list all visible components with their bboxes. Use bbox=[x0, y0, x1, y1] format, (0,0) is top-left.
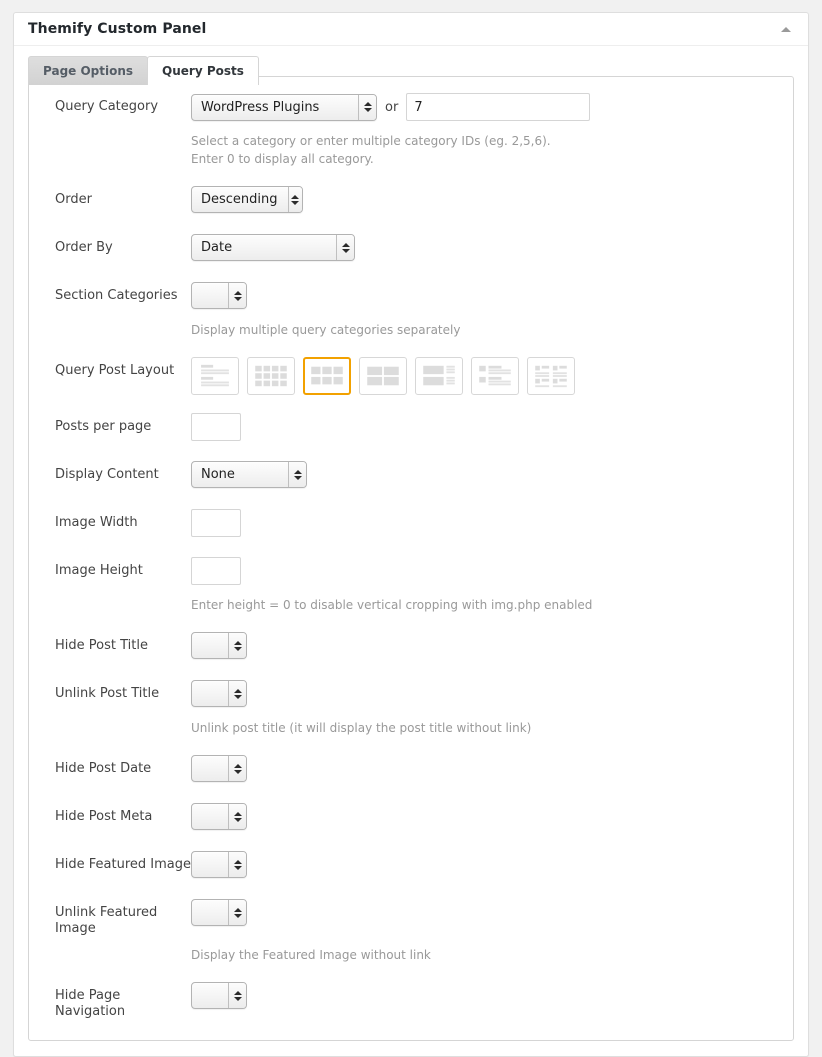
label-posts-per-page: Posts per page bbox=[55, 419, 152, 434]
image-width-input[interactable] bbox=[191, 509, 241, 537]
order-select-value: Descending bbox=[201, 192, 278, 207]
query-post-layout-picker bbox=[191, 357, 575, 395]
hide-post-title-select-value bbox=[192, 633, 228, 658]
hide-page-navigation-select[interactable] bbox=[191, 982, 247, 1009]
order-by-select-value: Date bbox=[201, 240, 233, 255]
updown-arrows-icon bbox=[228, 900, 246, 925]
label-hide-post-title: Hide Post Title bbox=[55, 638, 148, 653]
label-hide-page-navigation: Hide Page Navigation bbox=[55, 988, 126, 1019]
layout-option-grid2[interactable] bbox=[359, 357, 407, 395]
layout-option-list-post[interactable] bbox=[191, 357, 239, 395]
row-hide-post-meta: Hide Post Meta bbox=[29, 803, 793, 833]
order-select[interactable]: Descending bbox=[191, 186, 303, 213]
label-image-height: Image Height bbox=[55, 563, 143, 578]
label-unlink-post-title: Unlink Post Title bbox=[55, 686, 160, 701]
collapse-toggle-button[interactable] bbox=[778, 21, 794, 37]
label-order: Order bbox=[55, 192, 92, 207]
row-query-post-layout: Query Post Layout bbox=[29, 357, 793, 395]
updown-arrows-icon bbox=[228, 983, 246, 1008]
layout-option-grid3[interactable] bbox=[303, 357, 351, 395]
unlink-post-title-select[interactable] bbox=[191, 680, 247, 707]
updown-arrows-icon bbox=[358, 94, 376, 120]
hide-post-meta-select-value bbox=[192, 804, 228, 829]
updown-arrows-icon bbox=[288, 462, 306, 487]
tab-bar: Page Options Query Posts bbox=[14, 46, 808, 85]
unlink-featured-image-select-value bbox=[192, 900, 228, 925]
themify-custom-panel: Themify Custom Panel Page Options Query … bbox=[13, 12, 809, 1057]
hide-post-date-select[interactable] bbox=[191, 755, 247, 782]
display-content-select-value: None bbox=[201, 467, 235, 482]
or-label: or bbox=[385, 99, 399, 115]
updown-arrows-icon bbox=[228, 681, 246, 706]
row-display-content: Display Content None bbox=[29, 461, 793, 491]
label-display-content: Display Content bbox=[55, 467, 159, 482]
row-image-height: Image Height bbox=[29, 557, 793, 587]
row-posts-per-page: Posts per page bbox=[29, 413, 793, 443]
image-height-input[interactable] bbox=[191, 557, 241, 585]
posts-per-page-input[interactable] bbox=[191, 413, 241, 441]
hide-featured-image-select[interactable] bbox=[191, 851, 247, 878]
updown-arrows-icon bbox=[228, 804, 246, 829]
query-category-select[interactable]: WordPress Plugins bbox=[191, 93, 377, 121]
row-image-width: Image Width bbox=[29, 509, 793, 539]
unlink-post-title-select-value bbox=[192, 681, 228, 706]
section-categories-select-value bbox=[192, 283, 228, 308]
hide-page-navigation-select-value bbox=[192, 983, 228, 1008]
order-by-select[interactable]: Date bbox=[191, 234, 355, 261]
layout-option-grid2-thumb[interactable] bbox=[527, 357, 575, 395]
row-order-by: Order By Date bbox=[29, 234, 793, 264]
desc-unlink-featured-image: Display the Featured Image without link bbox=[191, 948, 431, 962]
label-order-by: Order By bbox=[55, 240, 113, 255]
updown-arrows-icon bbox=[287, 187, 302, 212]
query-posts-panel: Query Category WordPress Plugins or Sele… bbox=[28, 76, 794, 1041]
tab-page-options[interactable]: Page Options bbox=[28, 56, 149, 85]
updown-arrows-icon bbox=[228, 283, 246, 308]
page-title: Themify Custom Panel bbox=[28, 21, 207, 37]
display-content-select[interactable]: None bbox=[191, 461, 307, 488]
updown-arrows-icon bbox=[336, 235, 354, 260]
label-hide-post-date: Hide Post Date bbox=[55, 761, 152, 776]
layout-option-list-thumb[interactable] bbox=[471, 357, 519, 395]
hide-post-date-select-value bbox=[192, 756, 228, 781]
updown-arrows-icon bbox=[228, 633, 246, 658]
panel-header: Themify Custom Panel bbox=[14, 13, 808, 46]
desc-image-height: Enter height = 0 to disable vertical cro… bbox=[191, 598, 593, 612]
updown-arrows-icon bbox=[228, 852, 246, 877]
updown-arrows-icon bbox=[228, 756, 246, 781]
label-hide-post-meta: Hide Post Meta bbox=[55, 809, 153, 824]
hide-post-meta-select[interactable] bbox=[191, 803, 247, 830]
row-hide-post-title: Hide Post Title bbox=[29, 632, 793, 662]
row-section-categories: Section Categories bbox=[29, 282, 793, 312]
row-query-category: Query Category WordPress Plugins or bbox=[29, 93, 793, 123]
layout-option-grid4[interactable] bbox=[247, 357, 295, 395]
label-unlink-featured-image: Unlink Featured Image bbox=[55, 905, 158, 936]
row-hide-page-navigation: Hide Page Navigation bbox=[29, 982, 793, 1020]
row-unlink-post-title: Unlink Post Title bbox=[29, 680, 793, 710]
hide-post-title-select[interactable] bbox=[191, 632, 247, 659]
section-categories-select[interactable] bbox=[191, 282, 247, 309]
row-hide-featured-image: Hide Featured Image bbox=[29, 851, 793, 881]
label-hide-featured-image: Hide Featured Image bbox=[55, 857, 191, 872]
hide-featured-image-select-value bbox=[192, 852, 228, 877]
desc-query-category: Select a category or enter multiple cate… bbox=[191, 134, 551, 166]
desc-section-categories: Display multiple query categories separa… bbox=[191, 323, 461, 337]
row-hide-post-date: Hide Post Date bbox=[29, 755, 793, 785]
label-image-width: Image Width bbox=[55, 515, 138, 530]
query-category-ids-input[interactable] bbox=[406, 93, 591, 121]
unlink-featured-image-select[interactable] bbox=[191, 899, 247, 926]
row-unlink-featured-image: Unlink Featured Image bbox=[29, 899, 793, 937]
desc-unlink-post-title: Unlink post title (it will display the p… bbox=[191, 721, 532, 735]
label-section-categories: Section Categories bbox=[55, 288, 178, 303]
label-query-post-layout: Query Post Layout bbox=[55, 363, 175, 378]
triangle-up-icon bbox=[781, 26, 791, 32]
row-order: Order Descending bbox=[29, 186, 793, 216]
tab-query-posts[interactable]: Query Posts bbox=[147, 56, 259, 85]
layout-option-list-large-image[interactable] bbox=[415, 357, 463, 395]
label-query-category: Query Category bbox=[55, 99, 159, 114]
query-category-select-value: WordPress Plugins bbox=[201, 99, 320, 115]
